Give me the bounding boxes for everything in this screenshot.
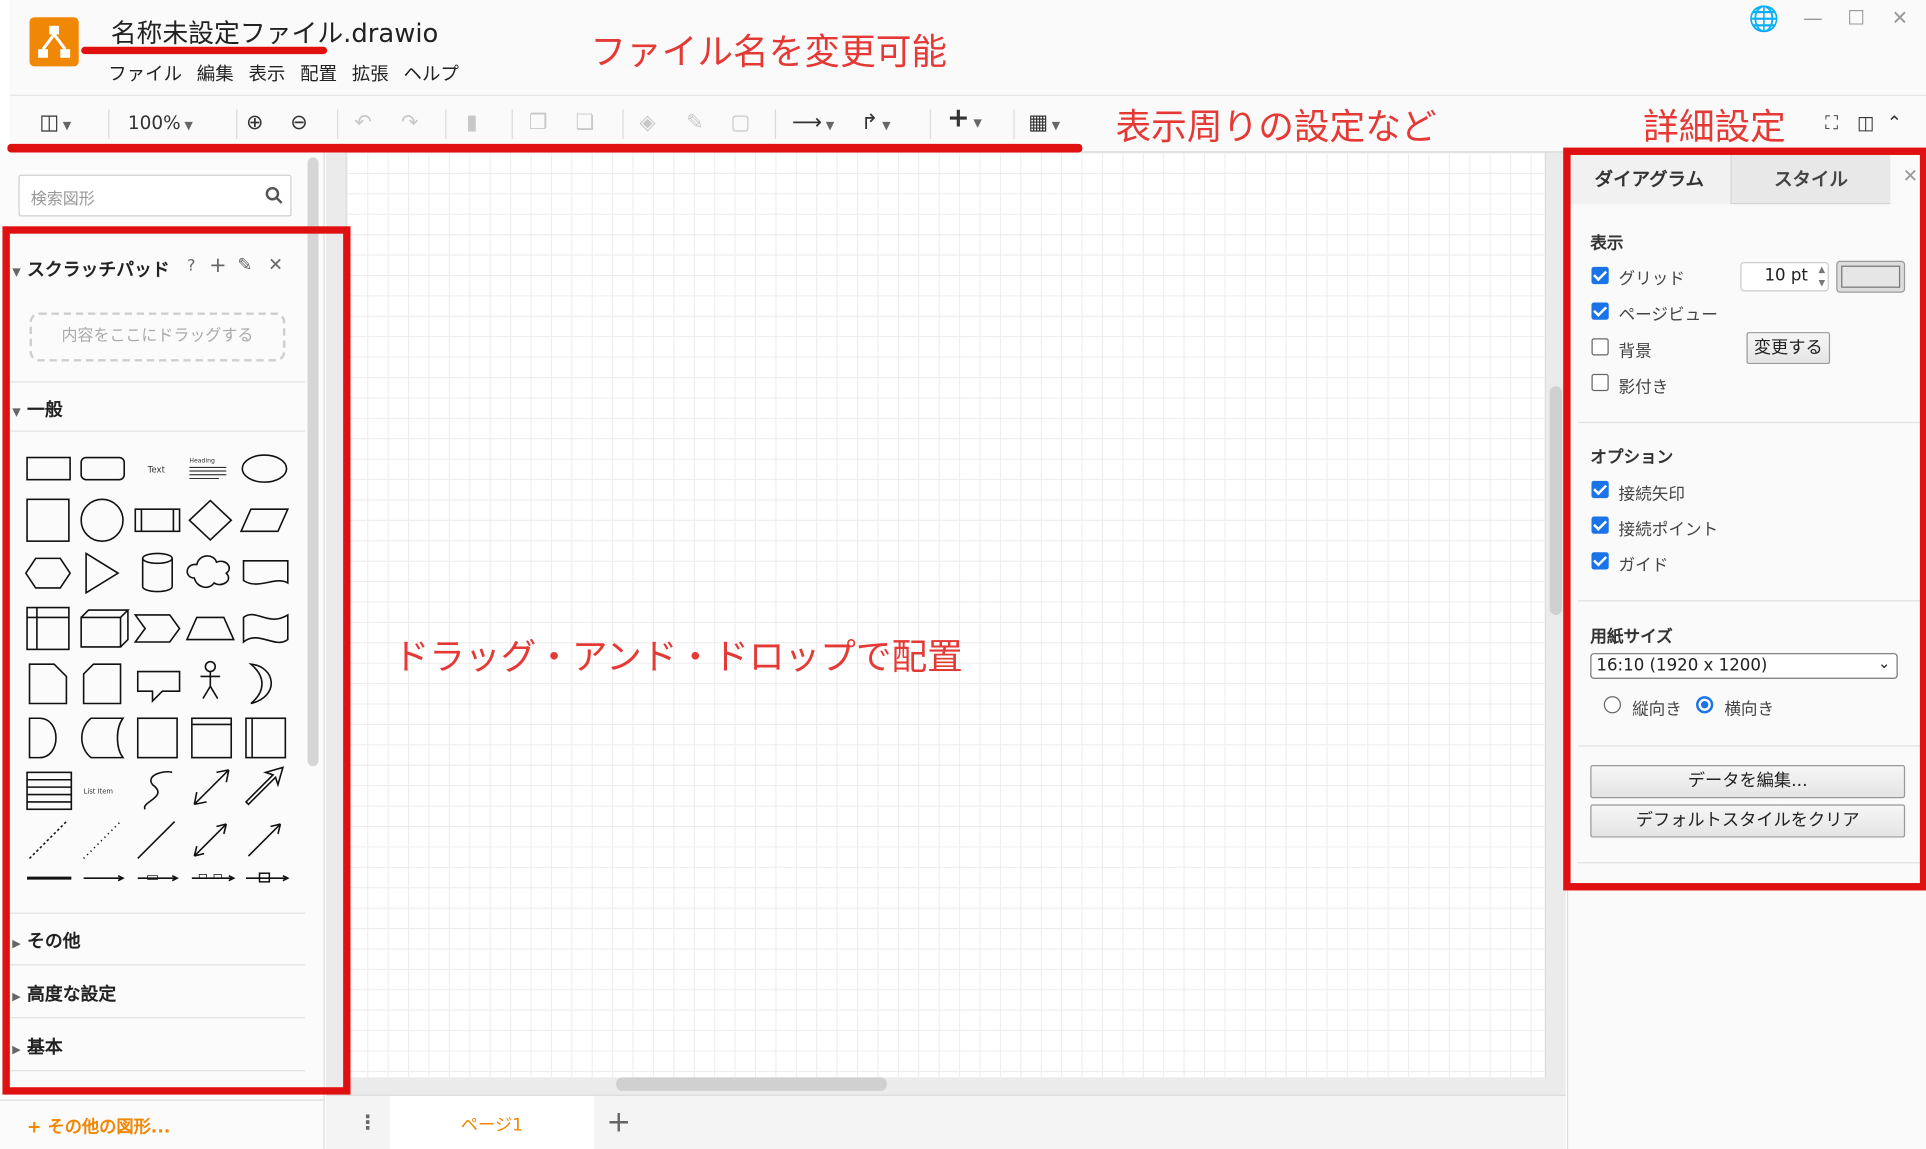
annotation-toolbar: 表示周りの設定など: [1115, 105, 1437, 148]
insert-icon[interactable]: + ▼: [947, 104, 982, 139]
zoom-out-icon[interactable]: ⊖: [290, 108, 308, 138]
delete-icon[interactable]: ▮: [466, 108, 478, 138]
waypoints-icon[interactable]: ↱ ▼: [861, 108, 891, 141]
table-icon[interactable]: ▦ ▼: [1028, 108, 1060, 141]
toolbar-underline: [7, 143, 1083, 153]
redo-icon[interactable]: ↷: [401, 108, 419, 138]
diagram-page[interactable]: [345, 152, 1546, 1078]
file-name[interactable]: 名称未設定ファイル.drawio: [111, 14, 439, 51]
menu-file[interactable]: ファイル: [108, 60, 194, 86]
collapse-icon[interactable]: ⌃: [1887, 108, 1902, 138]
sidebar-highlight-box: [2, 226, 351, 1095]
view-panels-icon[interactable]: ◫ ▼: [39, 108, 71, 141]
annotation-canvas: ドラッグ・アンド・ドロップで配置: [393, 635, 963, 678]
menu-arrange[interactable]: 配置: [300, 60, 349, 86]
zoom-value: 100%: [127, 111, 181, 135]
to-back-icon[interactable]: ❏: [576, 108, 595, 138]
format-panel-toggle-icon[interactable]: ◫: [1857, 108, 1874, 138]
to-front-icon[interactable]: ❐: [529, 108, 548, 138]
close-window-icon[interactable]: ✕: [1892, 6, 1908, 29]
menu-help[interactable]: ヘルプ: [404, 60, 472, 86]
menu-view[interactable]: 表示: [248, 60, 297, 86]
annotation-filename: ファイル名を変更可能: [590, 30, 948, 73]
format-panel-highlight-box: [1563, 147, 1926, 891]
language-globe-icon[interactable]: 🌐: [1749, 4, 1780, 34]
add-page-icon[interactable]: +: [606, 1104, 631, 1138]
undo-icon[interactable]: ↶: [354, 108, 372, 138]
search-icon[interactable]: [264, 186, 284, 206]
annotation-details: 詳細設定: [1643, 105, 1786, 148]
pages-menu-icon[interactable]: ⋮: [358, 1111, 378, 1134]
shape-search-input[interactable]: 検索図形: [18, 174, 292, 217]
canvas-vertical-scrollbar[interactable]: [1549, 386, 1562, 615]
page-tabs-bar: ⋮ ページ1 +: [325, 1094, 1566, 1149]
connection-icon[interactable]: ⟶ ▼: [792, 108, 834, 141]
fill-color-icon[interactable]: ◈: [640, 108, 656, 138]
filename-underline: [81, 46, 328, 55]
drawio-logo-icon: [38, 25, 71, 58]
diagram-canvas[interactable]: [325, 152, 1566, 1095]
search-placeholder: 検索図形: [30, 190, 95, 210]
menu-edit[interactable]: 編集: [197, 60, 246, 86]
menu-extras[interactable]: 拡張: [352, 60, 401, 86]
shadow-icon[interactable]: ▢: [731, 108, 751, 138]
maximize-icon[interactable]: ☐: [1847, 6, 1865, 29]
drawio-logo: [29, 17, 79, 67]
more-shapes-button[interactable]: + その他の図形...: [27, 1114, 170, 1139]
fullscreen-icon[interactable]: ⛶: [1825, 108, 1838, 138]
line-color-icon[interactable]: ✎: [686, 108, 704, 138]
zoom-select[interactable]: 100% ▼: [128, 108, 193, 141]
menu-bar: ファイル 編集 表示 配置 拡張 ヘルプ: [108, 60, 473, 86]
page-tab[interactable]: ページ1: [389, 1095, 595, 1149]
zoom-in-icon[interactable]: ⊕: [246, 108, 264, 138]
canvas-horizontal-scrollbar[interactable]: [616, 1077, 887, 1091]
minimize-icon[interactable]: —: [1803, 6, 1823, 29]
